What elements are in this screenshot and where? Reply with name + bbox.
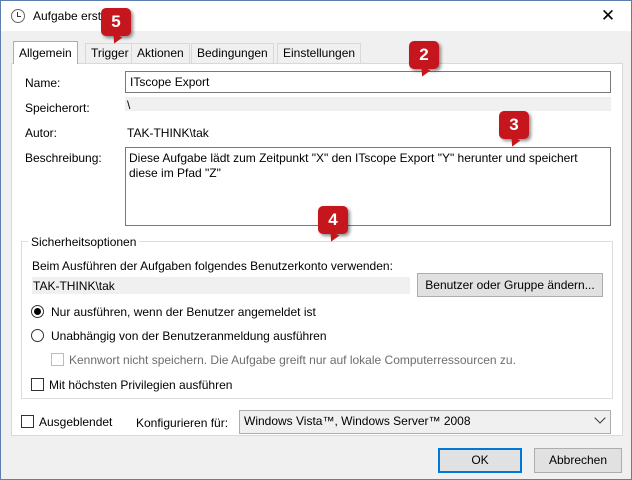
radio-logged-on-label[interactable]: Nur ausführen, wenn der Benutzer angemel… [51, 305, 316, 319]
tab-allgemein[interactable]: Allgemein [13, 41, 78, 64]
location-value: \ [127, 98, 131, 112]
no-password-checkbox[interactable] [51, 353, 64, 366]
tab-einstellungen[interactable]: Einstellungen [277, 43, 362, 63]
hidden-checkbox[interactable] [21, 415, 34, 428]
callout-badge: 4 [318, 206, 348, 234]
radio-logged-on[interactable] [31, 305, 44, 318]
location-field-bg [125, 97, 611, 111]
highest-privileges-label[interactable]: Mit höchsten Privilegien ausführen [49, 378, 232, 392]
ok-button[interactable]: OK [438, 448, 522, 473]
task-dialog-window: Aufgabe erst ✕ Trigger Aktionen Bedingun… [0, 0, 632, 480]
window-title: Aufgabe erst [33, 9, 102, 23]
name-label: Name: [25, 76, 61, 90]
chevron-down-icon [594, 412, 606, 424]
author-value: TAK-THINK\tak [127, 126, 209, 140]
title-bar: Aufgabe erst ✕ [1, 1, 631, 31]
highest-privileges-checkbox[interactable] [31, 378, 44, 391]
callout-badge: 3 [499, 111, 529, 139]
security-group-title: Sicherheitsoptionen [28, 235, 140, 249]
location-label: Speicherort: [25, 101, 90, 115]
configure-select-value: Windows Vista™, Windows Server™ 2008 [244, 414, 471, 428]
description-textarea[interactable]: Diese Aufgabe lädt zum Zeitpunkt "X" den… [125, 147, 611, 226]
tab-bedingungen[interactable]: Bedingungen [191, 43, 274, 63]
account-prompt: Beim Ausführen der Aufgaben folgendes Be… [32, 259, 393, 273]
description-label: Beschreibung: [25, 151, 102, 165]
radio-independent-label[interactable]: Unabhängig von der Benutzeranmeldung aus… [51, 329, 327, 343]
hidden-label[interactable]: Ausgeblendet [39, 415, 112, 429]
name-input[interactable]: ITscope Export [125, 71, 611, 93]
tab-trigger[interactable]: Trigger [85, 43, 135, 63]
tab-aktionen[interactable]: Aktionen [131, 43, 190, 63]
radio-independent[interactable] [31, 329, 44, 342]
account-value: TAK-THINK\tak [33, 279, 115, 293]
callout-badge: 5 [101, 8, 131, 36]
configure-select[interactable]: Windows Vista™, Windows Server™ 2008 [239, 410, 611, 434]
callout-badge: 2 [409, 41, 439, 69]
configure-label: Konfigurieren für: [136, 416, 229, 430]
cancel-button[interactable]: Abbrechen [534, 448, 622, 473]
no-password-label: Kennwort nicht speichern. Die Aufgabe gr… [69, 353, 516, 367]
clock-icon [11, 9, 25, 23]
author-label: Autor: [25, 126, 58, 140]
change-user-button[interactable]: Benutzer oder Gruppe ändern... [417, 273, 603, 297]
close-icon[interactable]: ✕ [591, 1, 625, 31]
